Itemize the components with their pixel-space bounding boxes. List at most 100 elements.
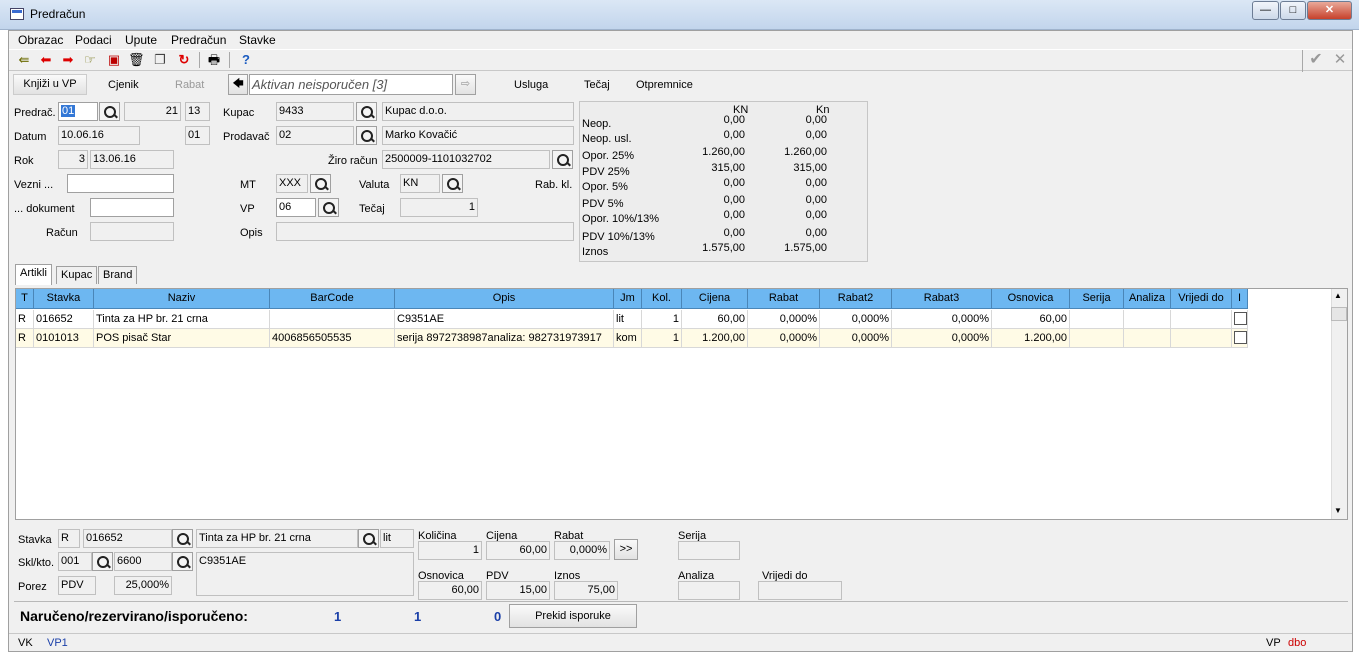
prodavac-search-icon[interactable]: [356, 126, 377, 145]
vezni-input[interactable]: [67, 174, 174, 193]
tab-artikli[interactable]: Artikli: [15, 264, 52, 285]
status-prev-button[interactable]: 🡄: [228, 74, 248, 95]
d-stavka-search-icon[interactable]: [172, 529, 193, 548]
col-header-t[interactable]: T: [16, 289, 34, 309]
predrac-field[interactable]: 01: [58, 102, 98, 121]
d-skl-search-icon[interactable]: [92, 552, 113, 571]
maximize-button[interactable]: □: [1280, 1, 1306, 20]
vp-search-icon[interactable]: [318, 198, 339, 217]
usluga-button[interactable]: Usluga: [514, 79, 548, 91]
trash-icon[interactable]: 🗑: [128, 52, 145, 68]
menu-predracun[interactable]: Predračun: [171, 33, 226, 47]
prodavac-name: Marko Kovačić: [382, 126, 574, 145]
cell-jm: kom: [614, 329, 642, 348]
rabat-button[interactable]: Rabat: [175, 79, 204, 91]
menu-stavke[interactable]: Stavke: [239, 33, 276, 47]
scroll-thumb[interactable]: [1331, 307, 1347, 321]
col-header-osnovica[interactable]: Osnovica: [992, 289, 1070, 309]
cancel-icon[interactable]: ✕: [1332, 52, 1348, 68]
col-header-rabat2[interactable]: Rabat2: [820, 289, 892, 309]
scroll-down-icon[interactable]: ▼: [1334, 506, 1342, 515]
valuta-search-icon[interactable]: [442, 174, 463, 193]
col-header-cijena[interactable]: Cijena: [682, 289, 748, 309]
grid-scrollbar[interactable]: [1331, 289, 1347, 519]
arrow-left-icon[interactable]: ⬅: [38, 52, 54, 68]
d-analiza-field[interactable]: [678, 581, 740, 600]
copy-document-icon[interactable]: ❐: [152, 52, 168, 68]
cell-cijena: 60,00: [682, 310, 748, 329]
menu-podaci[interactable]: Podaci: [75, 33, 112, 47]
title-bar: [0, 0, 1359, 30]
delivered-count: 0: [494, 609, 502, 624]
rok-days[interactable]: 3: [58, 150, 88, 169]
menu-obrazac[interactable]: Obrazac: [18, 33, 63, 47]
col-header-barcode[interactable]: BarCode: [270, 289, 395, 309]
mt-field[interactable]: XXX: [276, 174, 308, 193]
col-header-naziv[interactable]: Naziv: [94, 289, 270, 309]
row-checkbox[interactable]: [1234, 312, 1247, 325]
tab-kupac[interactable]: Kupac: [56, 266, 98, 284]
opis-field[interactable]: [276, 222, 574, 241]
col-header-analiza[interactable]: Analiza: [1124, 289, 1171, 309]
predrac-search-icon[interactable]: [99, 102, 120, 121]
confirm-icon[interactable]: ✔: [1308, 52, 1324, 68]
kupac-code[interactable]: 9433: [276, 102, 354, 121]
cell-t: R: [16, 329, 34, 348]
status-next-button[interactable]: ⇨: [455, 74, 476, 95]
col-header-i[interactable]: I: [1232, 289, 1248, 309]
datum-field[interactable]: 10.06.16: [58, 126, 140, 145]
ziro-field[interactable]: 2500009-1101032702: [382, 150, 550, 169]
d-stavka-type[interactable]: R: [58, 529, 80, 548]
col-header-vrijedi-do[interactable]: Vrijedi do: [1171, 289, 1232, 309]
col-header-stavka[interactable]: Stavka: [34, 289, 94, 309]
d-cijena-field[interactable]: 60,00: [486, 541, 550, 560]
vp-field[interactable]: 06: [276, 198, 316, 217]
scroll-up-icon[interactable]: ▲: [1334, 291, 1342, 300]
d-porez-field[interactable]: PDV: [58, 576, 96, 595]
d-kto-search-icon[interactable]: [172, 552, 193, 571]
prekid-isporuke-button[interactable]: Prekid isporuke: [509, 604, 637, 628]
dokument-input[interactable]: [90, 198, 174, 217]
knjizi-button[interactable]: Knjiži u VP: [13, 74, 87, 95]
refresh-icon[interactable]: ↻: [176, 52, 192, 68]
d-kto-field[interactable]: 6600: [114, 552, 172, 571]
tab-brand[interactable]: Brand: [98, 266, 138, 284]
mt-search-icon[interactable]: [310, 174, 331, 193]
enter-icon[interactable]: ⇚: [16, 52, 32, 68]
minimize-button[interactable]: —: [1252, 1, 1279, 20]
d-name-search-icon[interactable]: [358, 529, 379, 548]
print-icon[interactable]: 🖶: [206, 52, 222, 68]
d-stavka-name[interactable]: Tinta za HP br. 21 crna: [196, 529, 358, 548]
tecaj-button[interactable]: Tečaj: [584, 79, 610, 91]
help-icon[interactable]: ?: [238, 52, 254, 68]
ziro-search-icon[interactable]: [552, 150, 573, 169]
col-header-opis[interactable]: Opis: [395, 289, 614, 309]
menu-upute[interactable]: Upute: [125, 33, 157, 47]
col-header-rabat[interactable]: Rabat: [748, 289, 820, 309]
row-checkbox[interactable]: [1234, 331, 1247, 344]
col-header-kol[interactable]: Kol.: [642, 289, 682, 309]
d-skl-field[interactable]: 001: [58, 552, 92, 571]
d-serija-field[interactable]: [678, 541, 740, 560]
d-kolicina-field[interactable]: 1: [418, 541, 482, 560]
prodavac-code[interactable]: 02: [276, 126, 354, 145]
col-header-serija[interactable]: Serija: [1070, 289, 1124, 309]
d-stavka-code[interactable]: 016652: [83, 529, 172, 548]
d-rabat-field[interactable]: 0,000%: [554, 541, 610, 560]
hand-right-icon[interactable]: ☞: [82, 52, 98, 68]
kupac-search-icon[interactable]: [356, 102, 377, 121]
col-header-rabat3[interactable]: Rabat3: [892, 289, 992, 309]
close-button[interactable]: ✕: [1307, 1, 1352, 20]
d-opis-field[interactable]: C9351AE: [196, 552, 414, 596]
cjenik-button[interactable]: Cjenik: [108, 79, 139, 91]
new-document-icon[interactable]: ▣: [106, 52, 122, 68]
col-header-jm[interactable]: Jm: [614, 289, 642, 309]
valuta-field[interactable]: KN: [400, 174, 440, 193]
more-button[interactable]: >>: [614, 539, 638, 560]
d-vrijedido-field[interactable]: [758, 581, 842, 600]
opis-label: Opis: [240, 227, 263, 239]
toolbar-separator: [229, 52, 230, 68]
cell-kol: 1: [642, 329, 682, 348]
arrow-right-icon[interactable]: ➡: [60, 52, 76, 68]
otpremnice-button[interactable]: Otpremnice: [636, 79, 693, 91]
